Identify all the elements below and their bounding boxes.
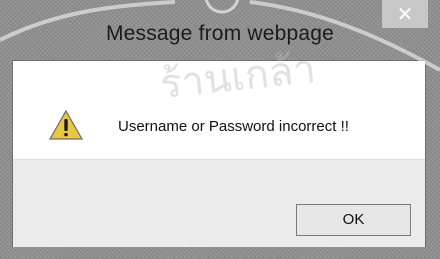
close-icon: ✕ [396, 2, 414, 26]
title-bar[interactable]: Message from webpage ✕ [0, 0, 440, 60]
dialog-body: Username or Password incorrect !! OK [12, 60, 426, 247]
ok-button[interactable]: OK [296, 204, 411, 236]
message-area: Username or Password incorrect !! [13, 61, 425, 159]
message-dialog: Message from webpage ✕ Username or Passw… [0, 0, 440, 259]
error-message: Username or Password incorrect !! [118, 118, 349, 135]
close-button[interactable]: ✕ [382, 0, 428, 28]
button-bar: OK [13, 159, 425, 247]
warning-icon [49, 109, 83, 140]
dialog-title: Message from webpage [105, 22, 335, 45]
